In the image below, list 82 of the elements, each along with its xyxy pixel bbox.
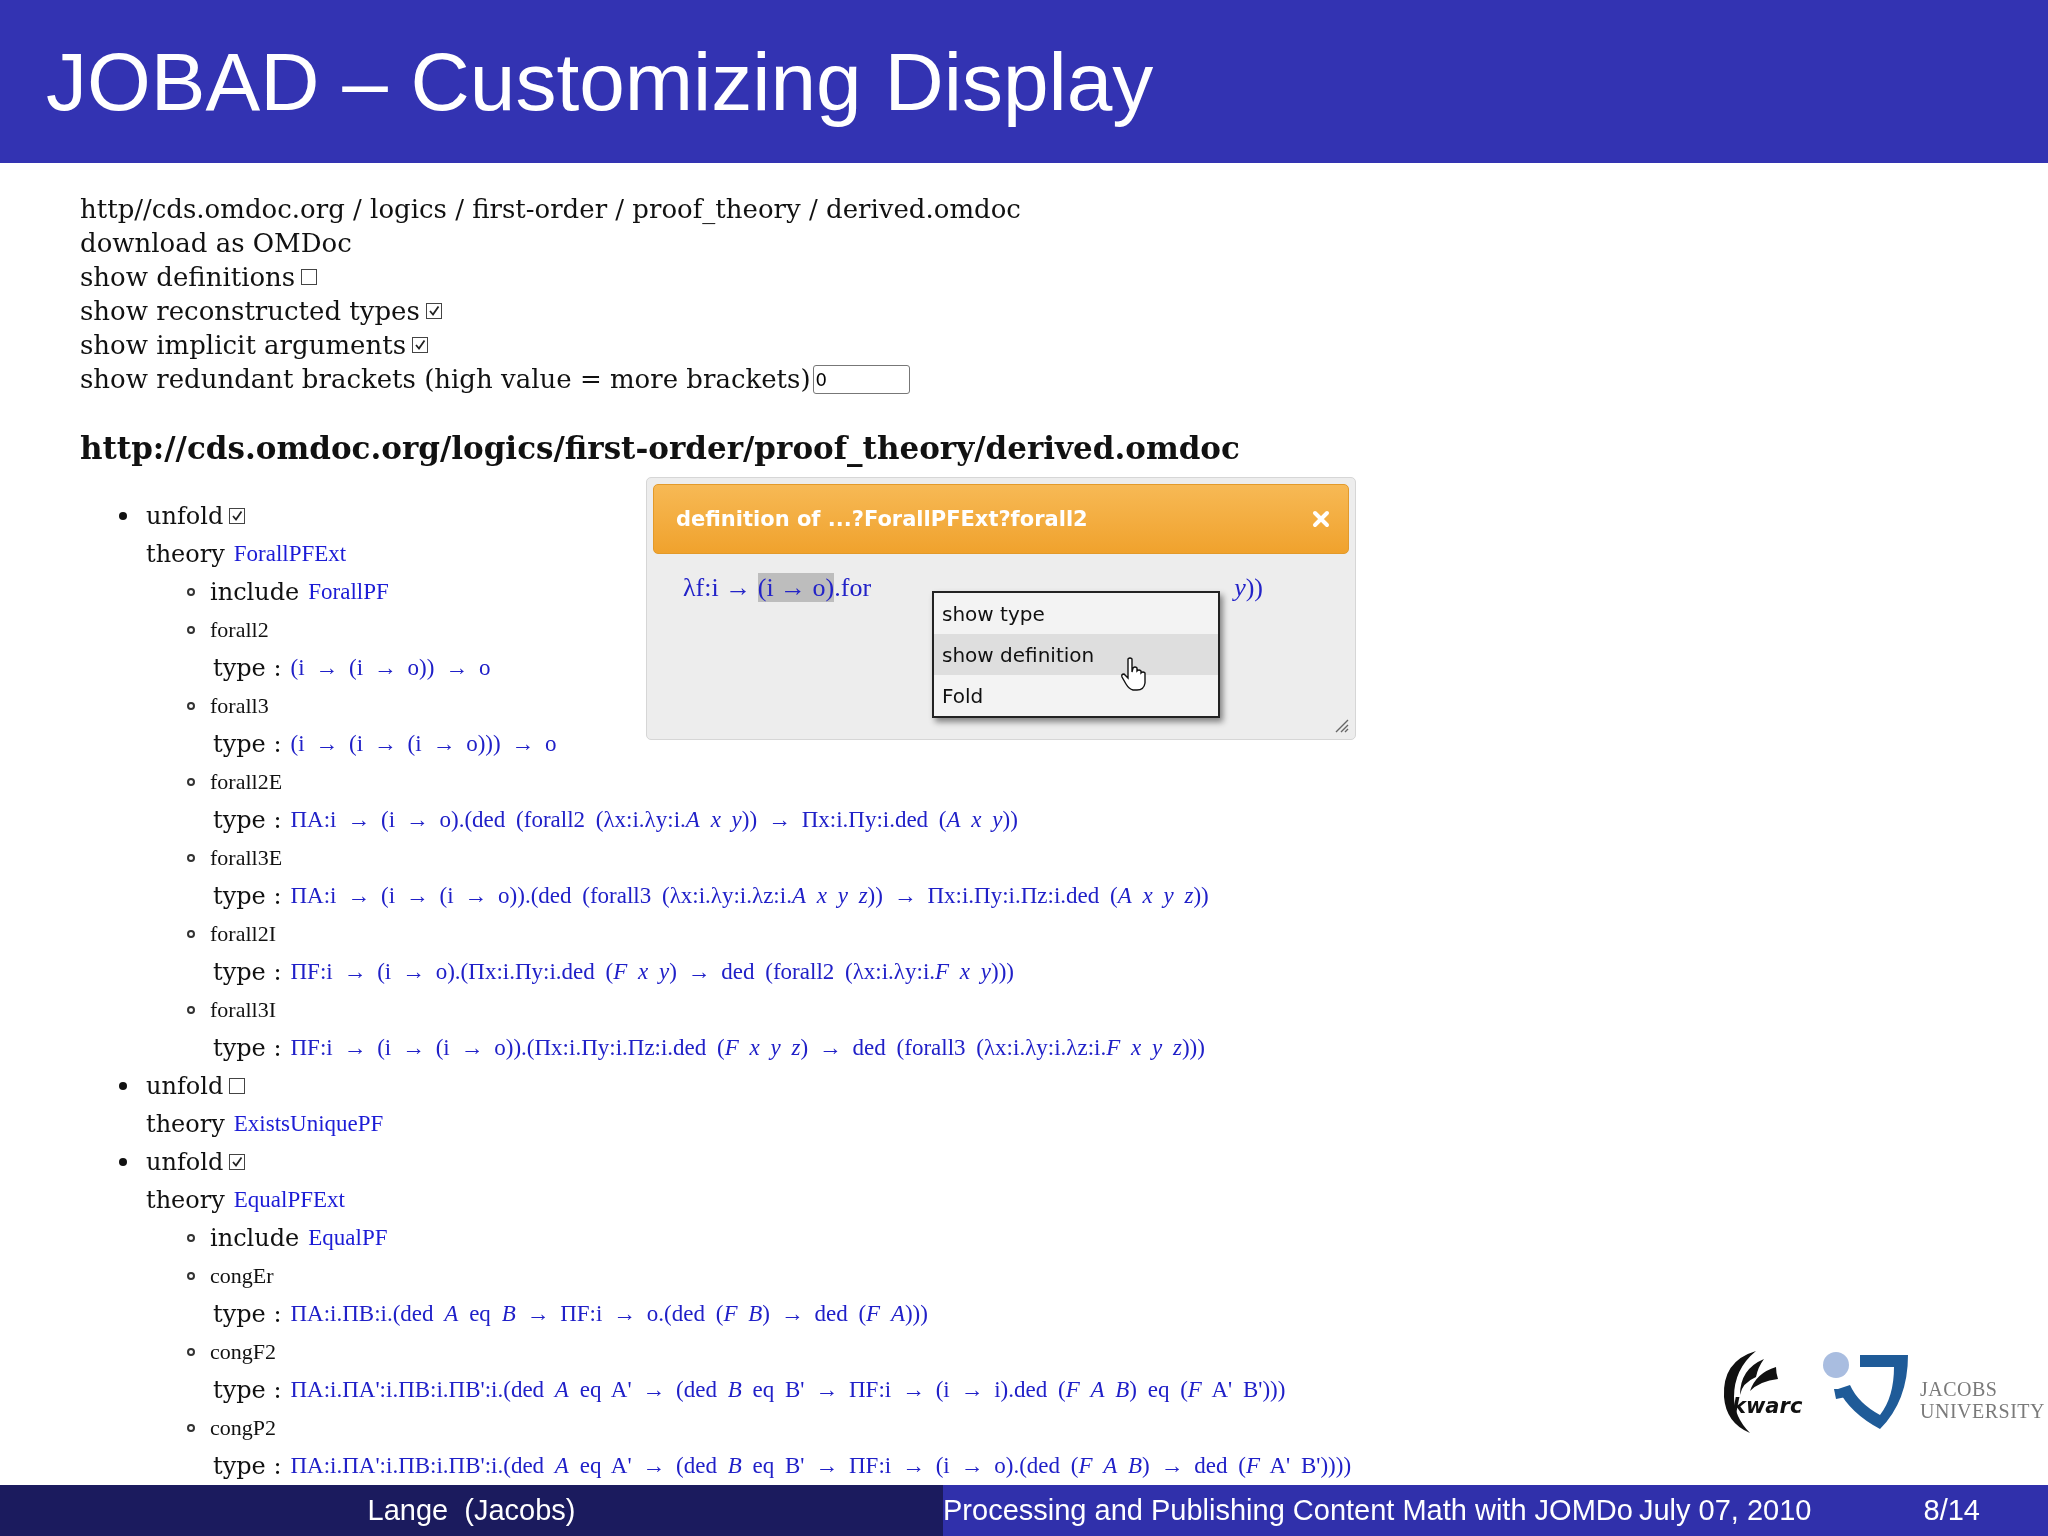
slide-title: JOBAD – Customizing Display [45,35,1155,129]
unfold-label: unfold [146,1148,224,1176]
university-name: UNIVERSITY [1920,1400,2045,1422]
checkbox[interactable] [229,1154,246,1170]
circle-bullet-icon [187,1272,195,1280]
date-text: July 07, 2010 [1638,1494,1812,1527]
type-formula: (i → (i → (i → o))) → o [290,731,557,757]
theory-link[interactable]: ExistsUniquePF [233,1111,384,1137]
symbol-name: congF2 [210,1339,276,1365]
theory-link[interactable]: ForallPFExt [233,541,347,567]
circle-bullet-icon [187,1424,195,1432]
theory-link[interactable]: EqualPFExt [233,1187,345,1213]
theory-label: theory [146,1186,225,1214]
symbol-name: forall2E [210,769,283,795]
type-formula: ΠA:i.ΠA':i.ΠB:i.ΠB':i.(ded A eq A' → (ded B eq B' → ΠF:i → (i → i).ded (F A B) eq (F A' B'))) [290,1377,1286,1403]
type-formula: ΠA:i.ΠA':i.ΠB:i.ΠB':i.(ded A eq A' → (ded B eq B' → ΠF:i → (i → o).(ded (F A B) → ded (F A' B')))) [290,1453,1352,1479]
unfold-label: unfold [146,1072,224,1100]
page-heading: http://cds.omdoc.org/logics/first-order/proof_theory/derived.omdoc [80,429,1241,468]
circle-bullet-icon [187,626,195,634]
download-link[interactable]: download as OMDoc [80,226,352,260]
circle-bullet-icon [187,702,195,710]
checkbox[interactable] [425,303,442,319]
type-label: type : [213,1034,282,1062]
symbol-name: forall2 [210,617,269,643]
include-link[interactable]: EqualPF [308,1225,388,1251]
menu-item[interactable]: show type [934,593,1218,634]
symbol-name: forall3E [210,845,283,871]
symbol-name: forall3 [210,693,269,719]
checkbox[interactable] [301,269,318,285]
bullet-icon [119,1082,127,1090]
symbol-name: congP2 [210,1415,276,1441]
symbol-name: forall2I [210,921,276,947]
bullet-icon [119,512,127,520]
dialog-title: definition of ...?ForallPFExt?forall2 [676,507,1088,531]
type-label: type : [213,1452,282,1480]
option-label: show reconstructed types [80,295,420,328]
include-label: include [210,1224,300,1252]
theory-label: theory [146,1110,225,1138]
definition-formula: λf:i → (i → o).for [683,573,872,603]
circle-bullet-icon [187,778,195,786]
circle-bullet-icon [187,1234,195,1242]
unfold-label: unfold [146,502,224,530]
talk-title: Processing and Publishing Content Math with JOMDo [943,1494,1633,1527]
checkbox[interactable] [412,337,428,353]
type-label: type : [213,882,282,910]
symbol-name: forall3I [210,997,276,1023]
type-label: type : [213,1300,282,1328]
type-formula: ΠA:i → (i → o).(ded (forall2 (λx:i.λy:i.A x y)) → Πx:i.Πy:i.ded (A x y)) [290,807,1018,833]
circle-bullet-icon [187,1348,195,1356]
type-formula: ΠA:i → (i → (i → o)).(ded (forall3 (λx:i.λy:i.λz:i.A x y z)) → Πx:i.Πy:i.Πz:i.ded (A x y z)) [290,883,1209,909]
option-label: show implicit arguments [80,329,406,362]
type-label: type : [213,730,282,758]
option-label: show redundant brackets (high value = more brackets) [80,363,811,396]
option-label: show definitions [80,261,296,294]
circle-bullet-icon [187,930,195,938]
kwarc-logo: kwarc [1716,1347,1816,1435]
circle-bullet-icon [187,854,195,862]
resize-grip-icon[interactable] [1333,717,1349,733]
type-formula: ΠF:i → (i → (i → o)).(Πx:i.Πy:i.Πz:i.ded (F x y z) → ded (forall3 (λx:i.λy:i.λz:i.F x y z))) [290,1035,1205,1061]
type-formula: ΠA:i.ΠB:i.(ded A eq B → ΠF:i → o.(ded (F B) → ded (F A))) [290,1301,928,1327]
include-label: include [210,578,300,606]
breadcrumb: http//cds.omdoc.org / logics / first-order / proof_theory / derived.omdoc [80,193,1022,226]
circle-bullet-icon [187,588,195,596]
university-name: JACOBS [1920,1378,1999,1400]
input-field[interactable]: 0 [812,364,910,394]
author-text: Lange (Jacobs) [367,1494,576,1527]
checkbox[interactable] [229,1078,246,1094]
menu-item[interactable]: Fold [934,675,1218,716]
type-label: type : [213,1376,282,1404]
type-label: type : [213,654,282,682]
theory-label: theory [146,540,225,568]
include-link[interactable]: ForallPF [308,579,389,605]
type-label: type : [213,958,282,986]
formula-tail: y)) [1234,573,1263,603]
page-number: 8/14 [1923,1494,1980,1527]
circle-bullet-icon [187,1006,195,1014]
type-formula: (i → (i → o)) → o [290,655,491,681]
type-formula: ΠF:i → (i → o).(Πx:i.Πy:i.ded (F x y) → ded (forall2 (λx:i.λy:i.F x y))) [290,959,1015,985]
type-label: type : [213,806,282,834]
checkbox[interactable] [229,508,246,524]
bullet-icon [119,1158,127,1166]
symbol-name: congEr [210,1263,274,1289]
